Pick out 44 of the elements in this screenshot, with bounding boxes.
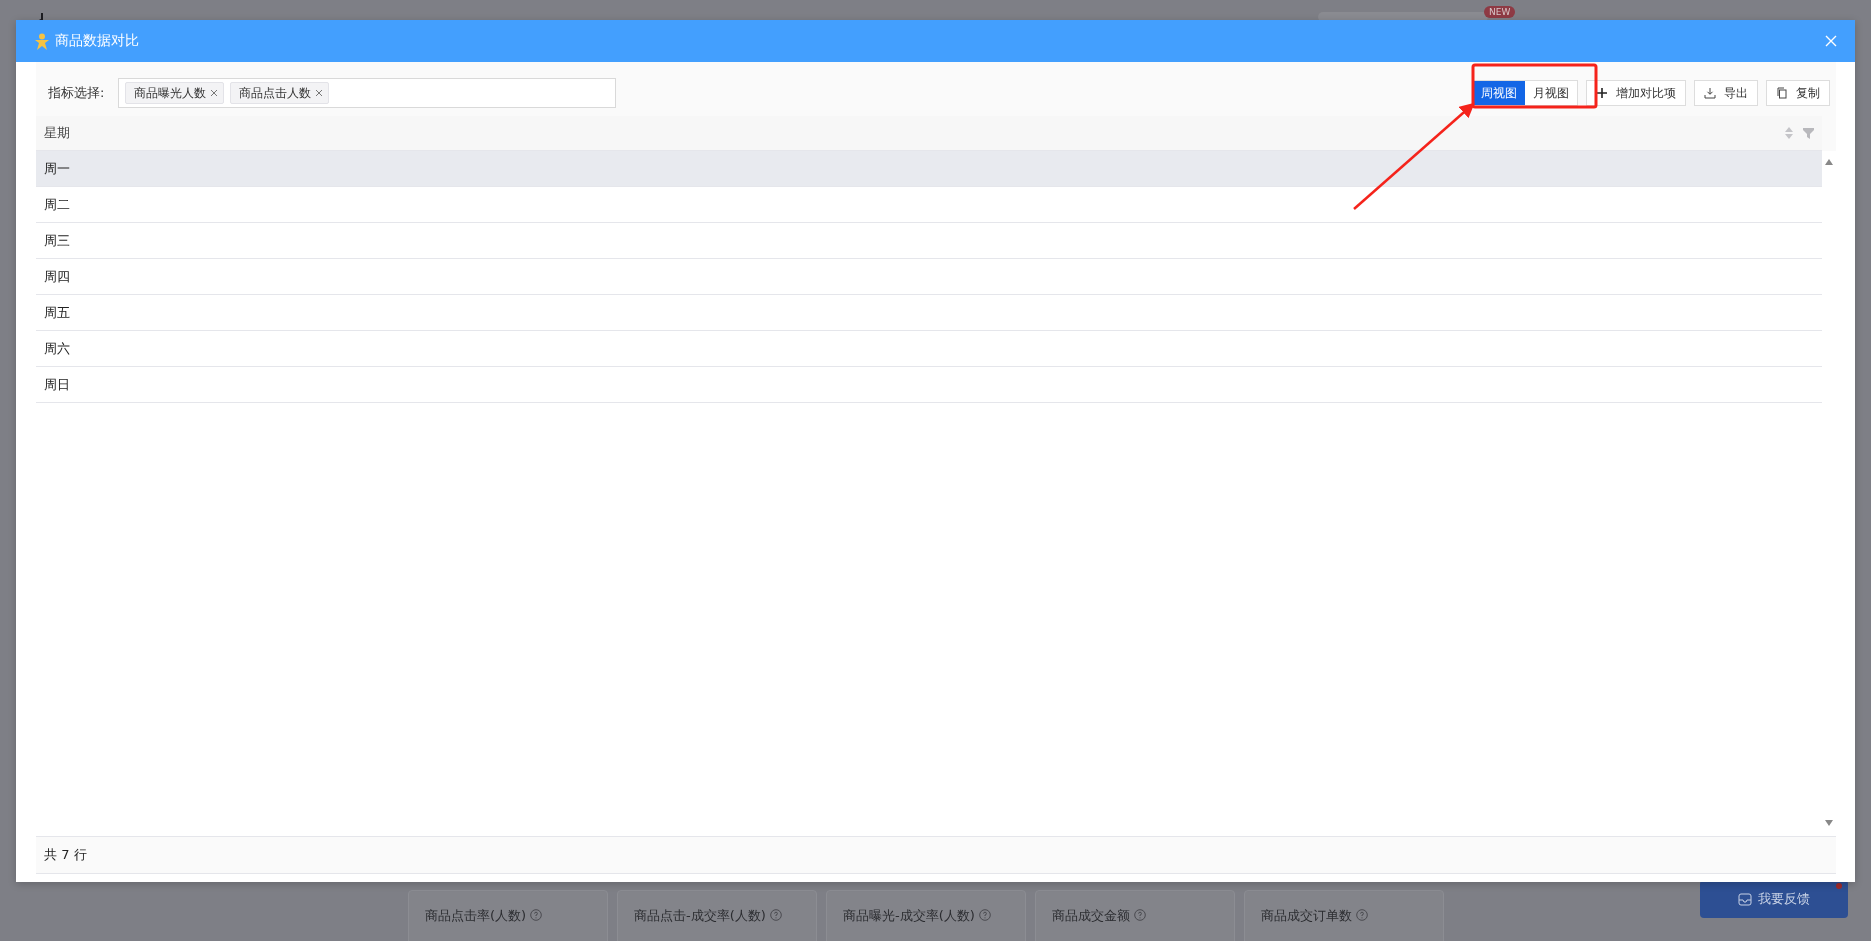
table-cell: 周四 (44, 267, 70, 286)
table-cell: 周六 (44, 339, 70, 358)
table-row[interactable]: 周一 (36, 151, 1822, 187)
new-badge: NEW (1484, 6, 1516, 18)
filter-label: 指标选择: (48, 84, 105, 102)
table-cell: 周二 (44, 195, 70, 214)
scroll-up-icon[interactable] (1825, 159, 1833, 165)
export-button[interactable]: 导出 (1694, 80, 1758, 106)
copy-icon (1776, 87, 1788, 99)
table-cell: 周一 (44, 159, 70, 178)
close-icon[interactable] (1825, 35, 1837, 47)
help-icon[interactable] (530, 909, 543, 921)
sort-icon[interactable] (1785, 127, 1793, 139)
add-button[interactable]: 增加对比项 (1586, 80, 1686, 106)
view-tab[interactable]: 月视图 (1525, 81, 1577, 105)
help-icon[interactable] (769, 909, 782, 921)
filter-icon[interactable] (1803, 127, 1814, 139)
download-icon (1704, 87, 1716, 99)
plus-icon (1596, 87, 1608, 99)
scroll-down-icon[interactable] (1825, 820, 1833, 826)
table-cell: 周日 (44, 375, 70, 394)
card-title: 商品成交金额 (1052, 907, 1130, 925)
card-title: 商品曝光-成交率(人数) (843, 907, 975, 925)
copy-button[interactable]: 复制 (1766, 80, 1830, 106)
tag-label: 商品点击人数 (239, 84, 312, 102)
card-title: 商品点击率(人数) (425, 907, 527, 925)
help-icon[interactable] (1134, 909, 1146, 921)
row-count: 共 7 行 (44, 846, 87, 864)
feedback-button[interactable]: 我要反馈 (1700, 880, 1848, 918)
notification-dot (1836, 883, 1842, 889)
card-title: 商品成交订单数 (1261, 907, 1352, 925)
view-tab[interactable]: 周视图 (1473, 81, 1525, 105)
figure-icon (35, 32, 49, 50)
table-cell: 周三 (44, 231, 70, 250)
metric-select-field[interactable]: 商品曝光人数 商品点击人数 (118, 78, 617, 108)
help-icon[interactable] (978, 909, 991, 921)
remove-icon[interactable] (210, 89, 219, 97)
tag-label: 商品曝光人数 (134, 84, 207, 102)
remove-icon[interactable] (315, 89, 324, 97)
card-title: 商品点击-成交率(人数) (634, 907, 766, 925)
help-icon[interactable] (1356, 909, 1368, 921)
dialog-title: 商品数据对比 (55, 32, 139, 50)
inbox-icon (1738, 892, 1752, 906)
table-cell: 周五 (44, 303, 70, 322)
